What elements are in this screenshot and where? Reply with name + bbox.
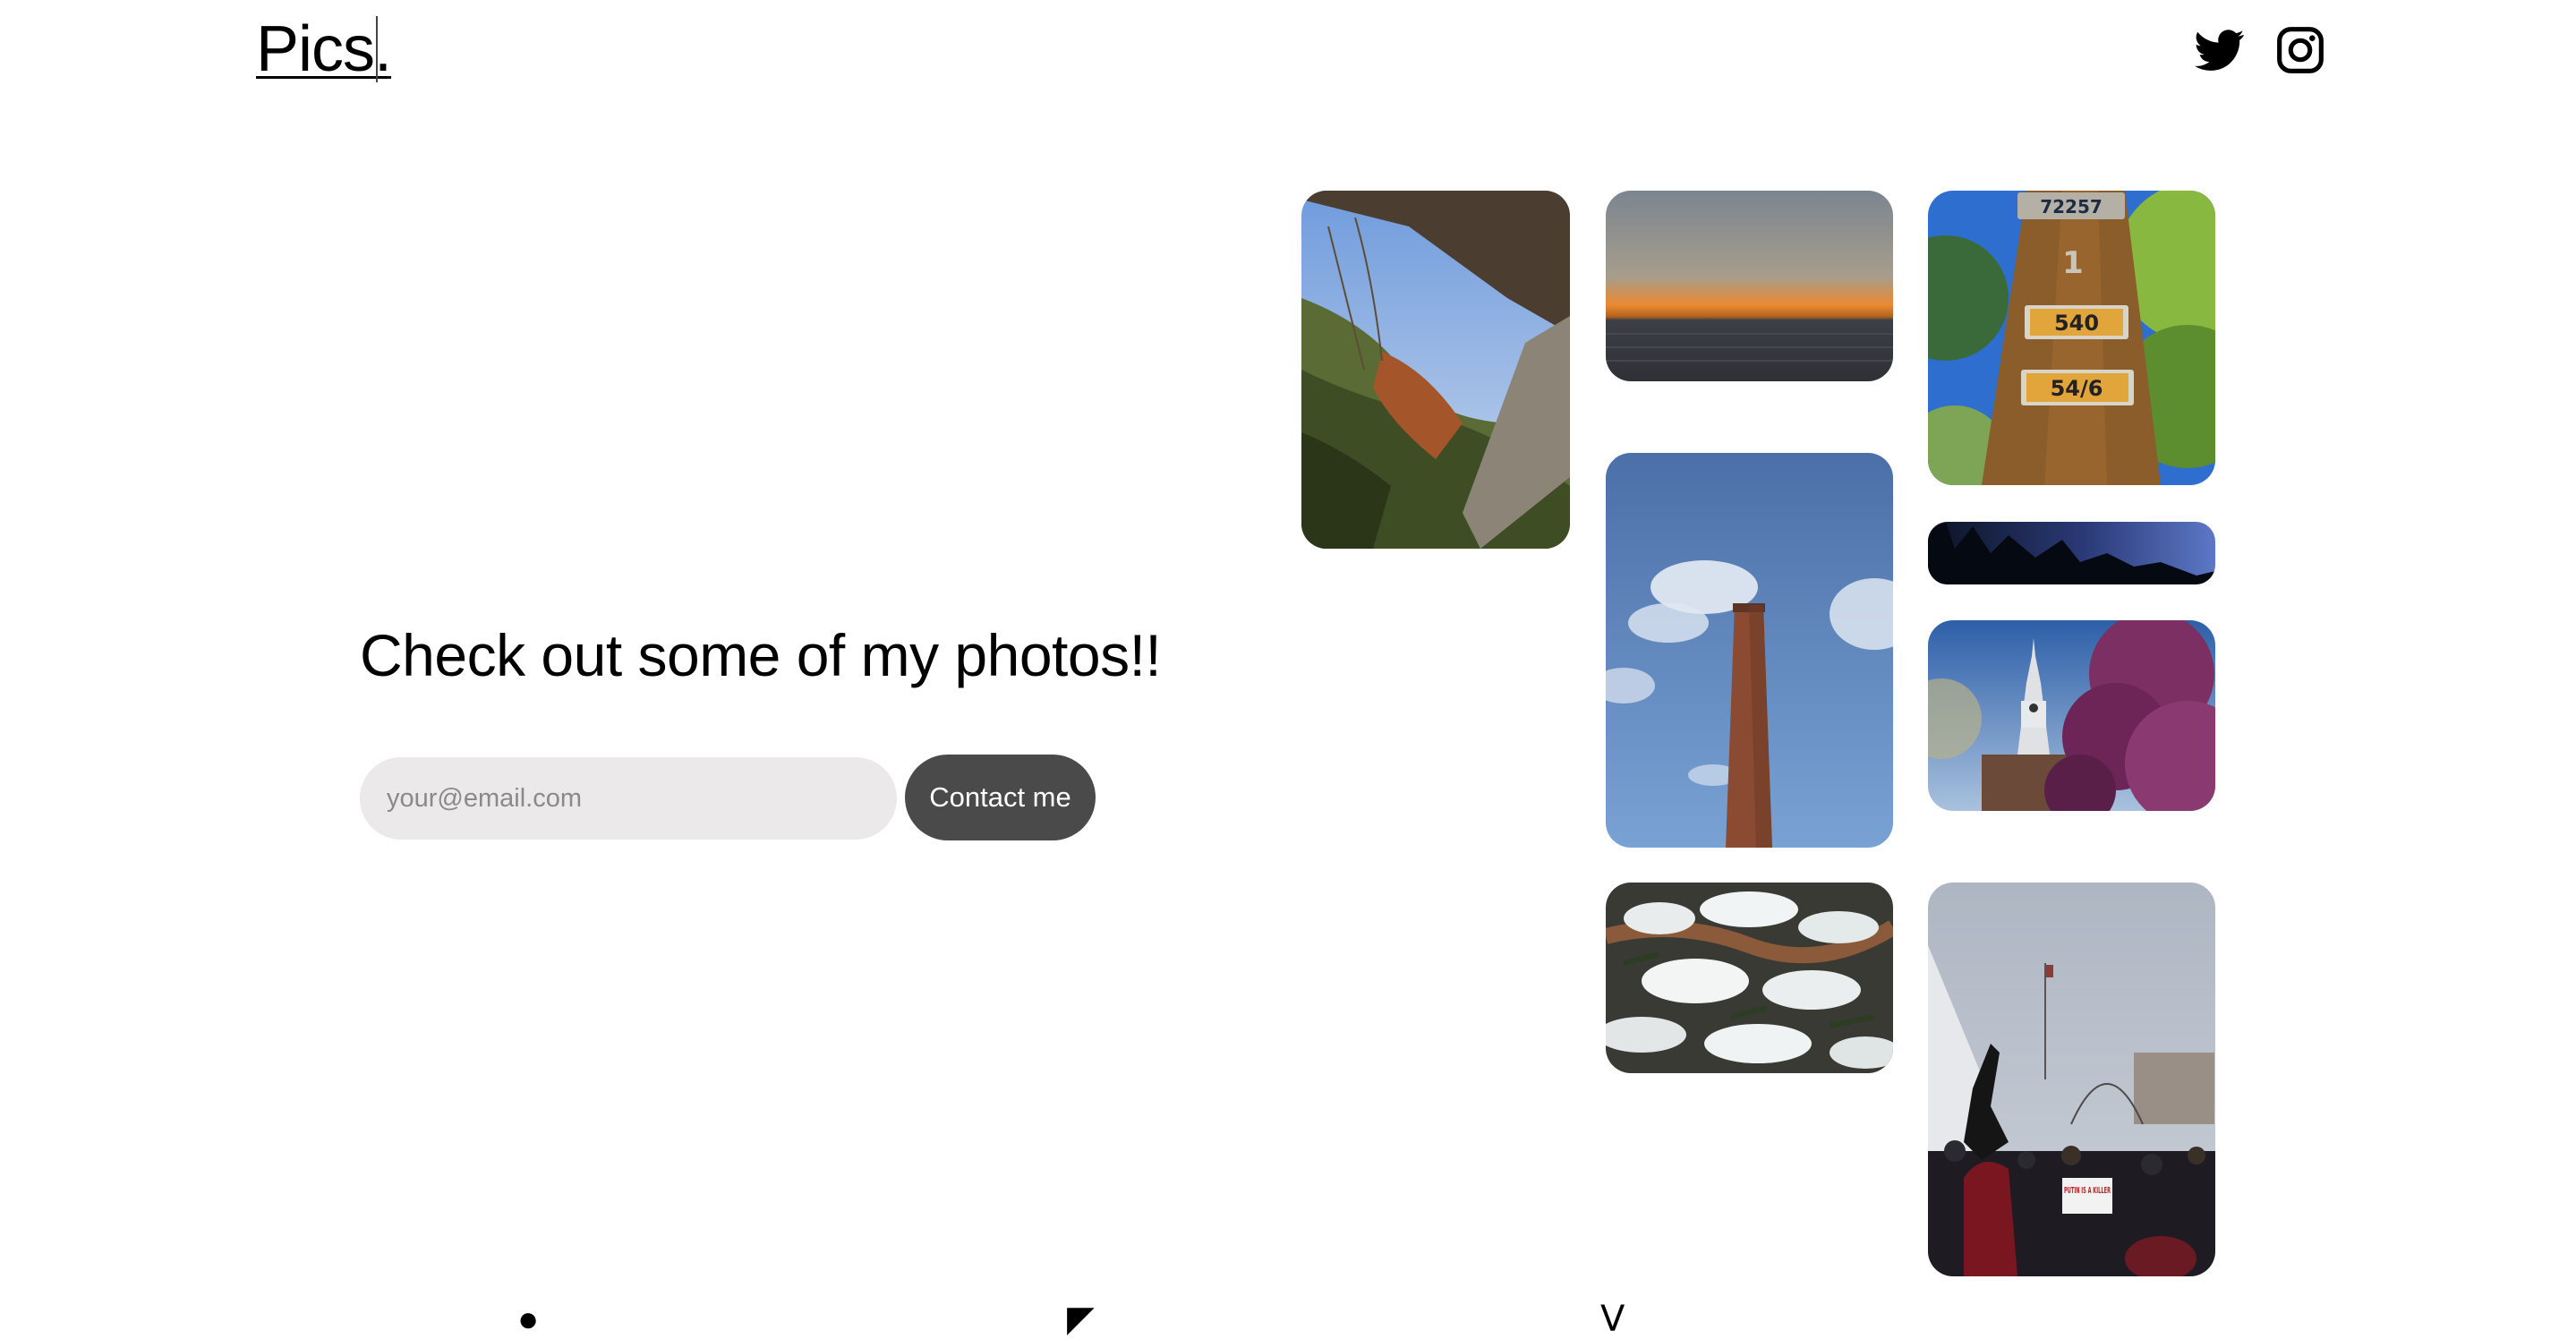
pole-tag-540: 540 — [2054, 311, 2099, 336]
photo-sunset-water[interactable] — [1606, 191, 1893, 381]
contact-me-button[interactable]: Contact me — [905, 755, 1096, 840]
footer-partial-icon: ◤ — [1067, 1300, 1095, 1339]
text-caret — [376, 16, 378, 82]
pole-tag-one: 1 — [2062, 245, 2084, 281]
footer-partial-icon: ᐯ — [1600, 1300, 1625, 1339]
footer-partial-icon: ● — [517, 1300, 540, 1339]
photo-plants-window[interactable] — [1301, 191, 1570, 549]
twitter-icon[interactable] — [2195, 25, 2245, 75]
photo-snowy-evergreen[interactable] — [1606, 883, 1893, 1073]
protest-sign-text: PUTIN IS A KILLER — [2064, 1186, 2111, 1196]
pole-tag-top: 72257 — [2040, 196, 2103, 217]
footer-partial: ● ◤ ᐯ — [0, 1301, 2576, 1337]
pole-tag-546: 54/6 — [2051, 376, 2103, 401]
hero-title: Check out some of my photos!! — [360, 622, 1162, 688]
instagram-icon[interactable] — [2275, 25, 2325, 75]
photo-treeline-dusk[interactable] — [1928, 522, 2215, 584]
photo-smokestack-sky[interactable] — [1606, 453, 1893, 848]
email-input[interactable] — [360, 757, 897, 840]
photo-snowy-protest[interactable]: PUTIN IS A KILLER — [1928, 883, 2215, 1276]
site-logo[interactable]: Pics. — [256, 13, 392, 86]
photo-clock-tower-blossoms[interactable] — [1928, 620, 2215, 811]
photo-utility-pole[interactable]: 72257 1 540 54/6 — [1928, 191, 2215, 485]
